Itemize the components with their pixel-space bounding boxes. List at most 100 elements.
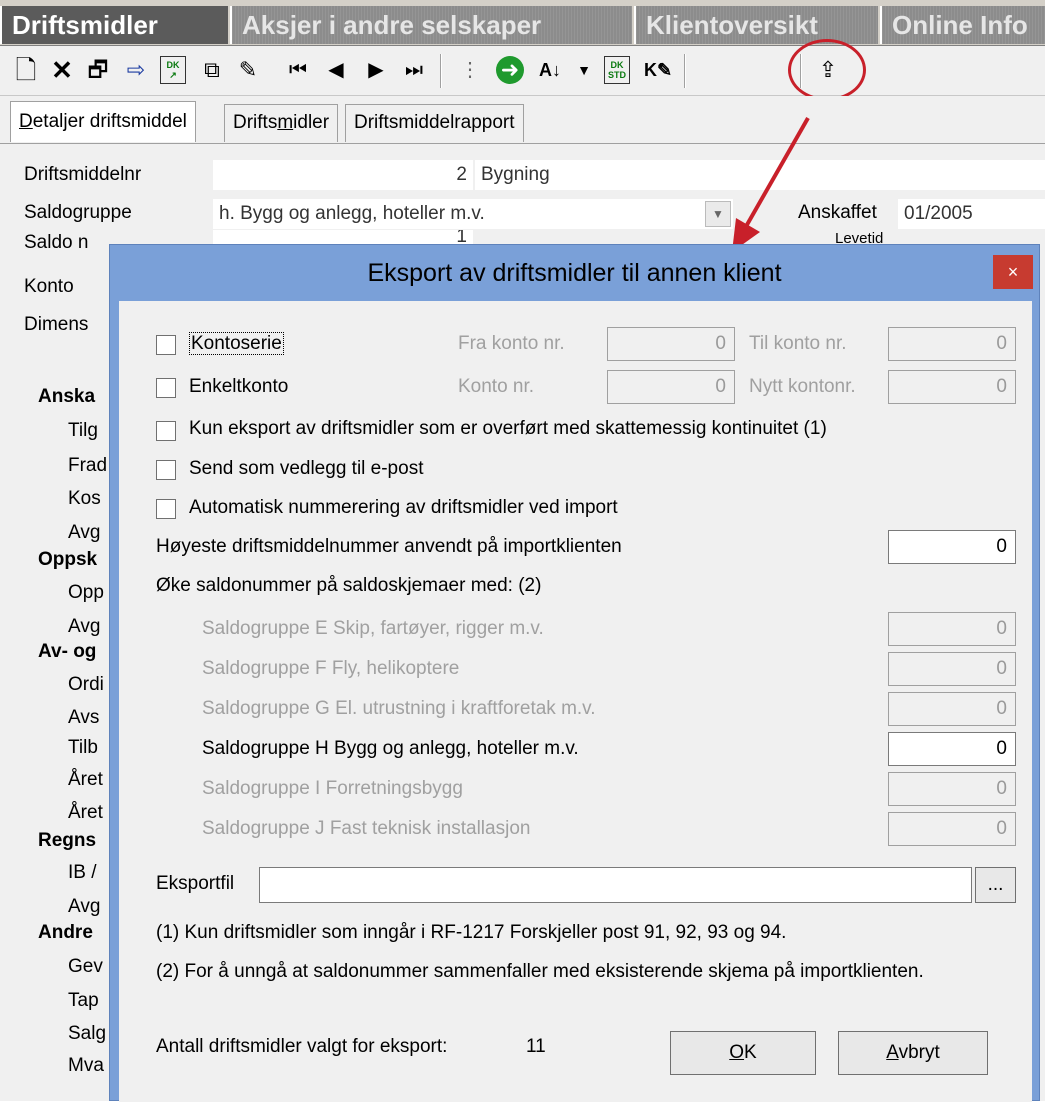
saldo-nr-field[interactable]: 1 xyxy=(213,230,473,244)
driftsmiddelnr-label: Driftsmiddelnr xyxy=(24,164,142,185)
left-label: Anska xyxy=(38,386,96,407)
eksportfil-input[interactable] xyxy=(259,867,972,903)
saldogruppe-label: Saldogruppe G El. utrustning i kraftfore… xyxy=(202,698,596,719)
saldo-nr-label: Saldo n xyxy=(24,232,89,253)
driftsmiddel-name-field[interactable]: Bygning xyxy=(475,160,1045,190)
next-record-icon[interactable]: ▶ xyxy=(360,54,392,86)
antall-label: Antall driftsmidler valgt for eksport: xyxy=(156,1036,448,1057)
auto-nummerering-checkbox[interactable] xyxy=(156,499,176,519)
module-tab-klientoversikt[interactable]: Klientoversikt xyxy=(634,6,878,44)
oke-saldonummer-label: Øke saldonummer på saldoskjemaer med: (2… xyxy=(156,575,542,596)
tab-detaljer-driftsmiddel[interactable]: Detaljer driftsmiddel xyxy=(10,101,196,142)
left-label: Ordi xyxy=(68,674,104,695)
kv-edit-icon[interactable]: K✎ xyxy=(642,54,674,86)
auto-nummerering-label[interactable]: Automatisk nummerering av driftsmidler v… xyxy=(189,496,618,520)
export-dialog: Eksport av driftsmidler til annen klient… xyxy=(109,244,1040,1102)
fra-konto-input[interactable]: 0 xyxy=(607,327,735,361)
left-label: Avs xyxy=(68,707,100,728)
sort-icon[interactable]: A↓ xyxy=(534,54,566,86)
left-label: Mva xyxy=(68,1055,104,1076)
left-label: Tilb xyxy=(68,737,98,758)
enkeltkonto-label[interactable]: Enkeltkonto xyxy=(189,375,288,399)
saldogruppe-input[interactable]: 0 xyxy=(888,652,1016,686)
dk-import-icon[interactable]: DK ↗ xyxy=(160,56,186,84)
left-label: Frad xyxy=(68,455,108,476)
nytt-kontonr-input[interactable]: 0 xyxy=(888,370,1016,404)
copy-list-icon[interactable]: ⧉ xyxy=(196,54,228,86)
module-tab-online-info[interactable]: Online Info xyxy=(880,6,1045,44)
left-label: Regns xyxy=(38,830,97,851)
note-2: (2) For å unngå at saldonummer sammenfal… xyxy=(156,961,924,982)
tree-icon[interactable]: ⋮ xyxy=(454,54,486,86)
ok-button[interactable]: OK xyxy=(670,1031,816,1075)
driftsmiddelnr-field[interactable]: 2 xyxy=(213,160,473,190)
left-label: Kos xyxy=(68,488,101,509)
saldogruppe-input[interactable]: 0 xyxy=(888,692,1016,726)
module-tab-strip: Driftsmidler Aksjer i andre selskaper Kl… xyxy=(0,0,1045,46)
saldogruppe-input[interactable]: 0 xyxy=(888,812,1016,846)
saldogruppe-combo[interactable]: h. Bygg og anlegg, hoteller m.v. ▼ xyxy=(213,199,733,229)
left-label: Andre xyxy=(38,922,93,943)
properties-icon[interactable]: 🗗 xyxy=(82,54,114,86)
kun-eksport-label[interactable]: Kun eksport av driftsmidler som er overf… xyxy=(189,417,827,441)
toolbar-separator xyxy=(684,54,686,88)
previous-record-icon[interactable]: ◀ xyxy=(320,54,352,86)
eksportfil-label: Eksportfil xyxy=(156,873,235,894)
dimens-label: Dimens xyxy=(24,314,89,335)
dropdown-icon[interactable]: ▼ xyxy=(568,54,600,86)
til-konto-label: Til konto nr. xyxy=(749,333,847,354)
saldogruppe-label: Saldogruppe J Fast teknisk installasjon xyxy=(202,818,531,839)
send-epost-checkbox[interactable] xyxy=(156,460,176,480)
kontoserie-text: Kontoserie xyxy=(189,332,284,355)
hoyeste-input[interactable]: 0 xyxy=(888,530,1016,564)
left-label: Året xyxy=(68,802,103,823)
edit-icon[interactable]: ✎ xyxy=(232,54,264,86)
last-record-icon[interactable]: ⏭ xyxy=(398,54,430,86)
left-label: IB / xyxy=(68,862,97,883)
module-tab-driftsmidler[interactable]: Driftsmidler xyxy=(0,6,228,44)
export-icon[interactable]: ⇨ xyxy=(120,54,152,86)
dialog-body: Kontoserie Fra konto nr. 0 Til konto nr.… xyxy=(119,301,1032,1102)
left-label: Året xyxy=(68,769,103,790)
saldogruppe-input[interactable]: 0 xyxy=(888,772,1016,806)
toolbar: 🗋 ✕ 🗗 ⇨ DK ↗ ⧉ ✎ ⏮ ◀ ▶ ⏭ ⋮ ➜ A↓ ▼ DK STD K… xyxy=(0,46,1045,96)
ok-rest: K xyxy=(744,1042,757,1063)
send-epost-label[interactable]: Send som vedlegg til e-post xyxy=(189,457,423,481)
close-icon[interactable]: × xyxy=(993,255,1033,289)
tab-detaljer-rest: etaljer driftsmiddel xyxy=(32,111,187,132)
saldogruppe-value: h. Bygg og anlegg, hoteller m.v. xyxy=(219,203,485,224)
avbryt-rest: vbryt xyxy=(898,1042,940,1063)
antall-value: 11 xyxy=(526,1036,546,1057)
saldogruppe-input[interactable]: 0 xyxy=(888,612,1016,646)
left-label: Tilg xyxy=(68,420,98,441)
dk-std-icon[interactable]: DK STD xyxy=(604,56,630,84)
fra-konto-label: Fra konto nr. xyxy=(458,333,565,354)
delete-icon[interactable]: ✕ xyxy=(46,54,78,86)
dialog-title: Eksport av driftsmidler til annen klient xyxy=(367,259,782,287)
avbryt-button[interactable]: Avbryt xyxy=(838,1031,988,1075)
left-label: Oppsk xyxy=(38,549,98,570)
kontoserie-label[interactable]: Kontoserie xyxy=(189,332,284,356)
konto-label: Konto xyxy=(24,276,74,297)
enkeltkonto-checkbox[interactable] xyxy=(156,378,176,398)
til-konto-input[interactable]: 0 xyxy=(888,327,1016,361)
tab-driftsmidler-rest: idler xyxy=(293,112,330,133)
saldogruppe-label: Saldogruppe H Bygg og anlegg, hoteller m… xyxy=(202,738,579,759)
tab-driftsmiddelrapport[interactable]: Driftsmiddelrapport xyxy=(345,104,524,142)
kontoserie-checkbox[interactable] xyxy=(156,335,176,355)
new-icon[interactable]: 🗋 xyxy=(10,54,42,86)
go-icon[interactable]: ➜ xyxy=(496,56,524,84)
browse-button[interactable]: ... xyxy=(975,867,1016,903)
anskaffet-field[interactable]: 01/2005 xyxy=(898,199,1045,229)
saldogruppe-input[interactable]: 0 xyxy=(888,732,1016,766)
tab-driftsmidler[interactable]: Driftsmidler xyxy=(224,104,339,142)
konto-nr-input[interactable]: 0 xyxy=(607,370,735,404)
anskaffet-label: Anskaffet xyxy=(798,202,877,223)
left-label: Opp xyxy=(68,582,104,603)
left-label: Gev xyxy=(68,956,103,977)
avbryt-key: A xyxy=(886,1042,899,1063)
kun-eksport-checkbox[interactable] xyxy=(156,421,176,441)
module-tab-aksjer[interactable]: Aksjer i andre selskaper xyxy=(230,6,632,44)
first-record-icon[interactable]: ⏮ xyxy=(282,54,314,86)
chevron-down-icon[interactable]: ▼ xyxy=(705,201,731,227)
